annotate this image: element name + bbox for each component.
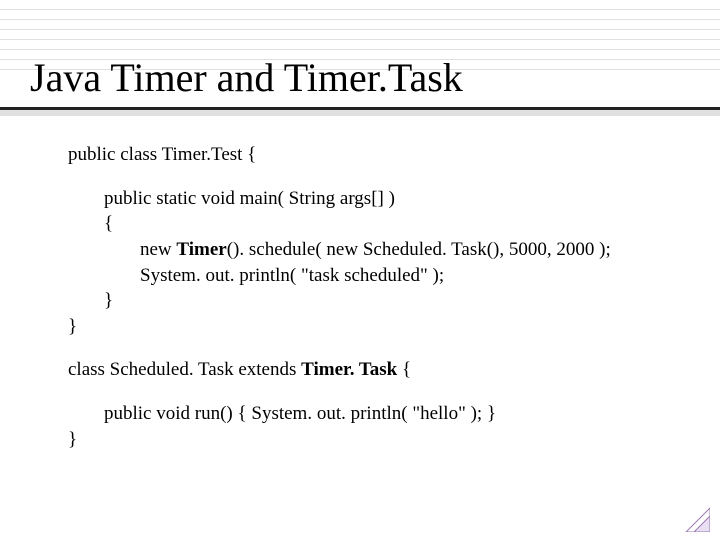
page-curl-icon: [684, 506, 710, 532]
code-line: class Scheduled. Task extends Timer. Tas…: [68, 357, 690, 383]
code-line: }: [68, 288, 690, 314]
code-text: class Scheduled. Task extends: [68, 359, 301, 380]
title-area: Java Timer and Timer.Task: [30, 56, 690, 100]
code-text: new: [140, 239, 176, 260]
code-line: {: [68, 211, 690, 237]
code-line: public static void main( String args[] ): [68, 186, 690, 212]
code-body: public class Timer.Test { public static …: [30, 134, 690, 452]
slide: Java Timer and Timer.Task public class T…: [0, 0, 720, 540]
code-text: {: [397, 359, 411, 380]
slide-title: Java Timer and Timer.Task: [30, 56, 690, 100]
code-line: public class Timer.Test {: [68, 142, 690, 168]
code-text: (). schedule( new Scheduled. Task(), 500…: [227, 239, 611, 260]
code-line: new Timer(). schedule( new Scheduled. Ta…: [68, 237, 690, 263]
code-line: }: [68, 314, 690, 340]
title-underline-shadow: [0, 110, 720, 116]
code-line: System. out. println( "task scheduled" )…: [68, 263, 690, 289]
code-keyword: Timer. Task: [301, 359, 397, 380]
code-line: public void run() { System. out. println…: [68, 401, 690, 427]
code-keyword: Timer: [176, 239, 226, 260]
code-line: }: [68, 427, 690, 453]
